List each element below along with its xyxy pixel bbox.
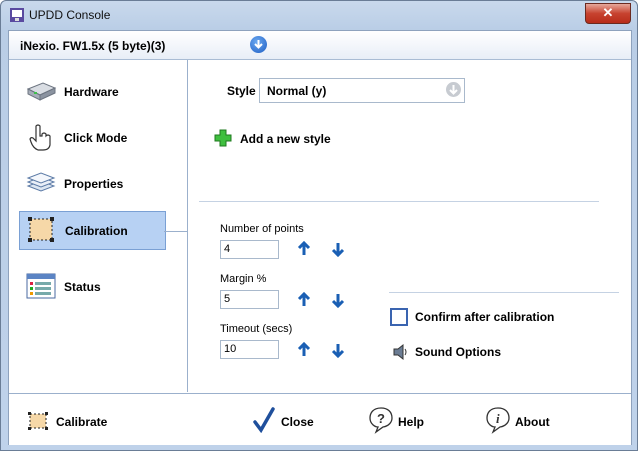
client-area: iNexio. FW1.5x (5 byte)(3) Hardware Clic… — [8, 30, 632, 445]
sound-options-label: Sound Options — [415, 345, 501, 359]
info-icon: i — [486, 407, 510, 434]
style-label: Style — [227, 84, 256, 98]
checkbox-box[interactable] — [390, 308, 408, 326]
divider — [199, 201, 599, 202]
sidebar-item-label: Status — [64, 280, 101, 294]
sidebar-item-label: Click Mode — [64, 131, 128, 145]
svg-text:?: ? — [377, 411, 385, 426]
points-value: 4 — [224, 243, 231, 255]
hand-pointer-icon — [29, 124, 51, 151]
sidebar-item-hardware[interactable]: Hardware — [19, 73, 164, 110]
style-value: Normal (y) — [267, 84, 327, 98]
arrow-up-icon[interactable] — [296, 342, 312, 358]
points-label: Number of points — [220, 223, 304, 235]
sidebar-item-label: Calibration — [65, 224, 128, 238]
device-name: iNexio. FW1.5x (5 byte)(3) — [20, 39, 166, 53]
margin-label: Margin % — [220, 273, 267, 285]
help-icon: ? — [369, 407, 393, 434]
status-list-icon — [26, 273, 56, 299]
app-icon — [10, 8, 24, 22]
sidebar-item-calibration[interactable]: Calibration — [19, 211, 166, 250]
window-close-button[interactable]: ✕ — [585, 3, 631, 24]
timeout-input[interactable]: 10 — [220, 340, 279, 359]
sidebar-item-properties[interactable]: Properties — [19, 165, 164, 202]
help-label: Help — [398, 415, 425, 429]
title-bar[interactable]: UPDD Console ✕ — [2, 2, 636, 29]
arrow-down-icon[interactable] — [330, 241, 346, 257]
device-dropdown-button[interactable] — [250, 36, 267, 53]
nav-connector — [164, 231, 187, 232]
about-label: About — [515, 415, 550, 429]
divider — [389, 292, 619, 293]
sidebar-item-status[interactable]: Status — [19, 268, 164, 305]
svg-text:i: i — [496, 411, 500, 426]
plus-icon — [214, 129, 232, 147]
timeout-label: Timeout (secs) — [220, 323, 293, 335]
calibration-icon — [28, 412, 48, 430]
about-button[interactable]: i About — [485, 407, 565, 434]
sidebar: Hardware Click Mode Properties Calibrati… — [9, 60, 188, 392]
arrow-up-icon[interactable] — [296, 292, 312, 308]
close-button[interactable]: Close — [253, 407, 323, 433]
margin-value: 5 — [224, 293, 231, 305]
window-title: UPDD Console — [29, 8, 111, 22]
hardware-icon — [26, 82, 57, 101]
checkmark-icon — [253, 407, 275, 433]
calibrate-button[interactable]: Calibrate — [27, 409, 117, 433]
device-bar: iNexio. FW1.5x (5 byte)(3) — [9, 31, 631, 60]
arrow-down-icon[interactable] — [330, 342, 346, 358]
speaker-icon — [393, 343, 407, 361]
layers-icon — [26, 172, 56, 192]
timeout-value: 10 — [224, 343, 237, 355]
bottom-toolbar: Calibrate Close ? Help i About — [9, 393, 631, 445]
confirm-label: Confirm after calibration — [415, 310, 555, 324]
points-input[interactable]: 4 — [220, 240, 279, 259]
close-label: Close — [281, 415, 314, 429]
app-window: UPDD Console ✕ iNexio. FW1.5x (5 byte)(3… — [0, 0, 638, 451]
add-style-label: Add a new style — [240, 132, 331, 146]
help-button[interactable]: ? Help — [368, 407, 438, 434]
calibrate-label: Calibrate — [56, 415, 108, 429]
sidebar-item-click-mode[interactable]: Click Mode — [19, 119, 164, 156]
style-select[interactable]: Normal (y) — [259, 78, 465, 103]
chevron-down-icon — [254, 40, 263, 49]
sidebar-item-label: Properties — [64, 177, 124, 191]
sidebar-item-label: Hardware — [64, 85, 119, 99]
calibration-icon — [28, 217, 54, 242]
arrow-up-icon[interactable] — [296, 241, 312, 257]
chevron-down-icon[interactable] — [446, 82, 461, 97]
arrow-down-icon[interactable] — [330, 292, 346, 308]
margin-input[interactable]: 5 — [220, 290, 279, 309]
